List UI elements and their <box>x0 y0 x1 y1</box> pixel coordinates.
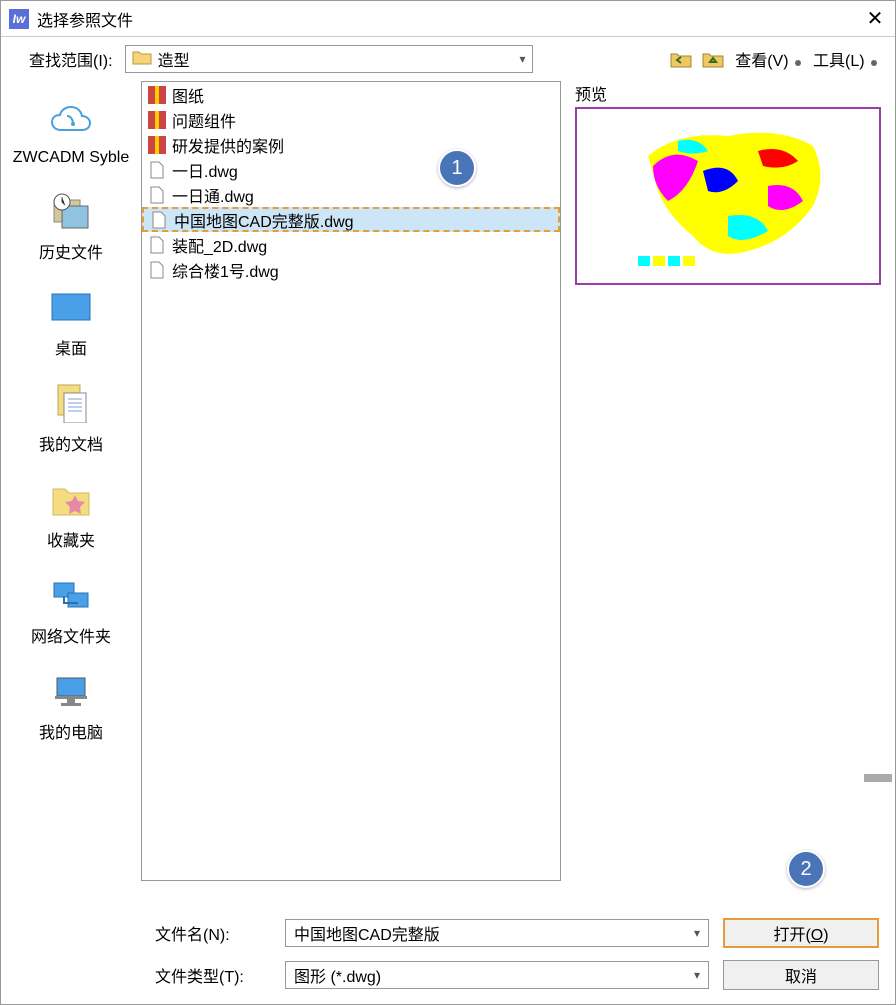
sidebar-item-history[interactable]: 历史文件 <box>39 191 103 263</box>
file-dialog: Iw 选择参照文件 ✕ 查找范围(I): 造型 ▾ 查看(V) 工具(L) <box>0 0 896 1005</box>
preview-box <box>575 107 881 285</box>
file-list[interactable]: 图纸 问题组件 研发提供的案例 一日.dwg <box>141 81 561 881</box>
lookin-label: 查找范围(I): <box>29 47 113 71</box>
filetype-dropdown[interactable]: 图形 (*.dwg) ▾ <box>285 961 709 989</box>
dialog-title: 选择参照文件 <box>37 7 863 31</box>
documents-icon <box>49 383 93 423</box>
list-item[interactable]: 研发提供的案例 <box>142 132 560 157</box>
list-item[interactable]: 图纸 <box>142 82 560 107</box>
resize-grip[interactable] <box>864 774 892 782</box>
titlebar: Iw 选择参照文件 ✕ <box>1 1 895 37</box>
list-item[interactable]: 一日.dwg <box>142 157 560 182</box>
preview-panel: 预览 <box>575 81 881 898</box>
view-menu[interactable]: 查看(V) <box>733 43 803 75</box>
archive-icon <box>148 111 166 129</box>
folder-dropdown[interactable]: 造型 ▾ <box>125 45 533 73</box>
cancel-button[interactable]: 取消 <box>723 960 879 990</box>
history-icon <box>49 191 93 231</box>
archive-icon <box>148 86 166 104</box>
chevron-down-icon: ▾ <box>694 968 700 982</box>
list-item[interactable]: 装配_2D.dwg <box>142 232 560 257</box>
sidebar-item-network[interactable]: 网络文件夹 <box>31 575 111 647</box>
file-icon <box>148 161 166 179</box>
up-folder-icon[interactable] <box>701 47 725 71</box>
folder-icon <box>132 49 152 70</box>
filetype-label: 文件类型(T): <box>141 963 271 987</box>
sidebar-item-documents[interactable]: 我的文档 <box>39 383 103 455</box>
list-item[interactable]: 一日通.dwg <box>142 182 560 207</box>
file-icon <box>148 236 166 254</box>
chevron-down-icon: ▾ <box>694 926 700 940</box>
computer-icon <box>49 671 93 711</box>
chevron-down-icon: ▾ <box>520 52 526 66</box>
cloud-icon <box>49 101 93 141</box>
open-button[interactable]: 打开(O) <box>723 918 879 948</box>
preview-map-image <box>618 116 838 276</box>
filename-input[interactable]: 中国地图CAD完整版 ▾ <box>285 919 709 947</box>
sidebar-item-favorites[interactable]: 收藏夹 <box>47 479 95 551</box>
desktop-icon <box>49 287 93 327</box>
toolbar: 查找范围(I): 造型 ▾ 查看(V) 工具(L) <box>1 37 895 81</box>
preview-label: 预览 <box>575 81 881 105</box>
file-icon <box>148 261 166 279</box>
dialog-body: ZWCADM Syble 历史文件 桌面 我的文档 <box>1 81 895 1004</box>
file-icon <box>150 211 168 229</box>
main-area: 图纸 问题组件 研发提供的案例 一日.dwg <box>141 81 895 1004</box>
bottom-panel: 2 文件名(N): 中国地图CAD完整版 ▾ 打开(O) 文件类型(T): 图形… <box>141 898 895 1004</box>
annotation-badge-1: 1 <box>438 149 476 187</box>
sidebar-item-desktop[interactable]: 桌面 <box>49 287 93 359</box>
network-icon <box>49 575 93 615</box>
app-icon: Iw <box>9 9 29 29</box>
close-icon[interactable]: ✕ <box>863 7 887 31</box>
back-folder-icon[interactable] <box>669 47 693 71</box>
tools-menu[interactable]: 工具(L) <box>811 43 879 75</box>
list-item[interactable]: 综合楼1号.dwg <box>142 257 560 282</box>
content-row: 图纸 问题组件 研发提供的案例 一日.dwg <box>141 81 895 898</box>
file-icon <box>148 186 166 204</box>
archive-icon <box>148 136 166 154</box>
sidebar: ZWCADM Syble 历史文件 桌面 我的文档 <box>1 81 141 1004</box>
sidebar-item-cloud[interactable]: ZWCADM Syble <box>13 101 129 167</box>
sidebar-item-computer[interactable]: 我的电脑 <box>39 671 103 743</box>
annotation-badge-2: 2 <box>787 850 825 888</box>
favorites-icon <box>49 479 93 519</box>
filename-label: 文件名(N): <box>141 921 271 945</box>
list-item[interactable]: 问题组件 <box>142 107 560 132</box>
folder-name: 造型 <box>158 47 190 71</box>
list-item-selected[interactable]: 中国地图CAD完整版.dwg <box>142 207 560 232</box>
